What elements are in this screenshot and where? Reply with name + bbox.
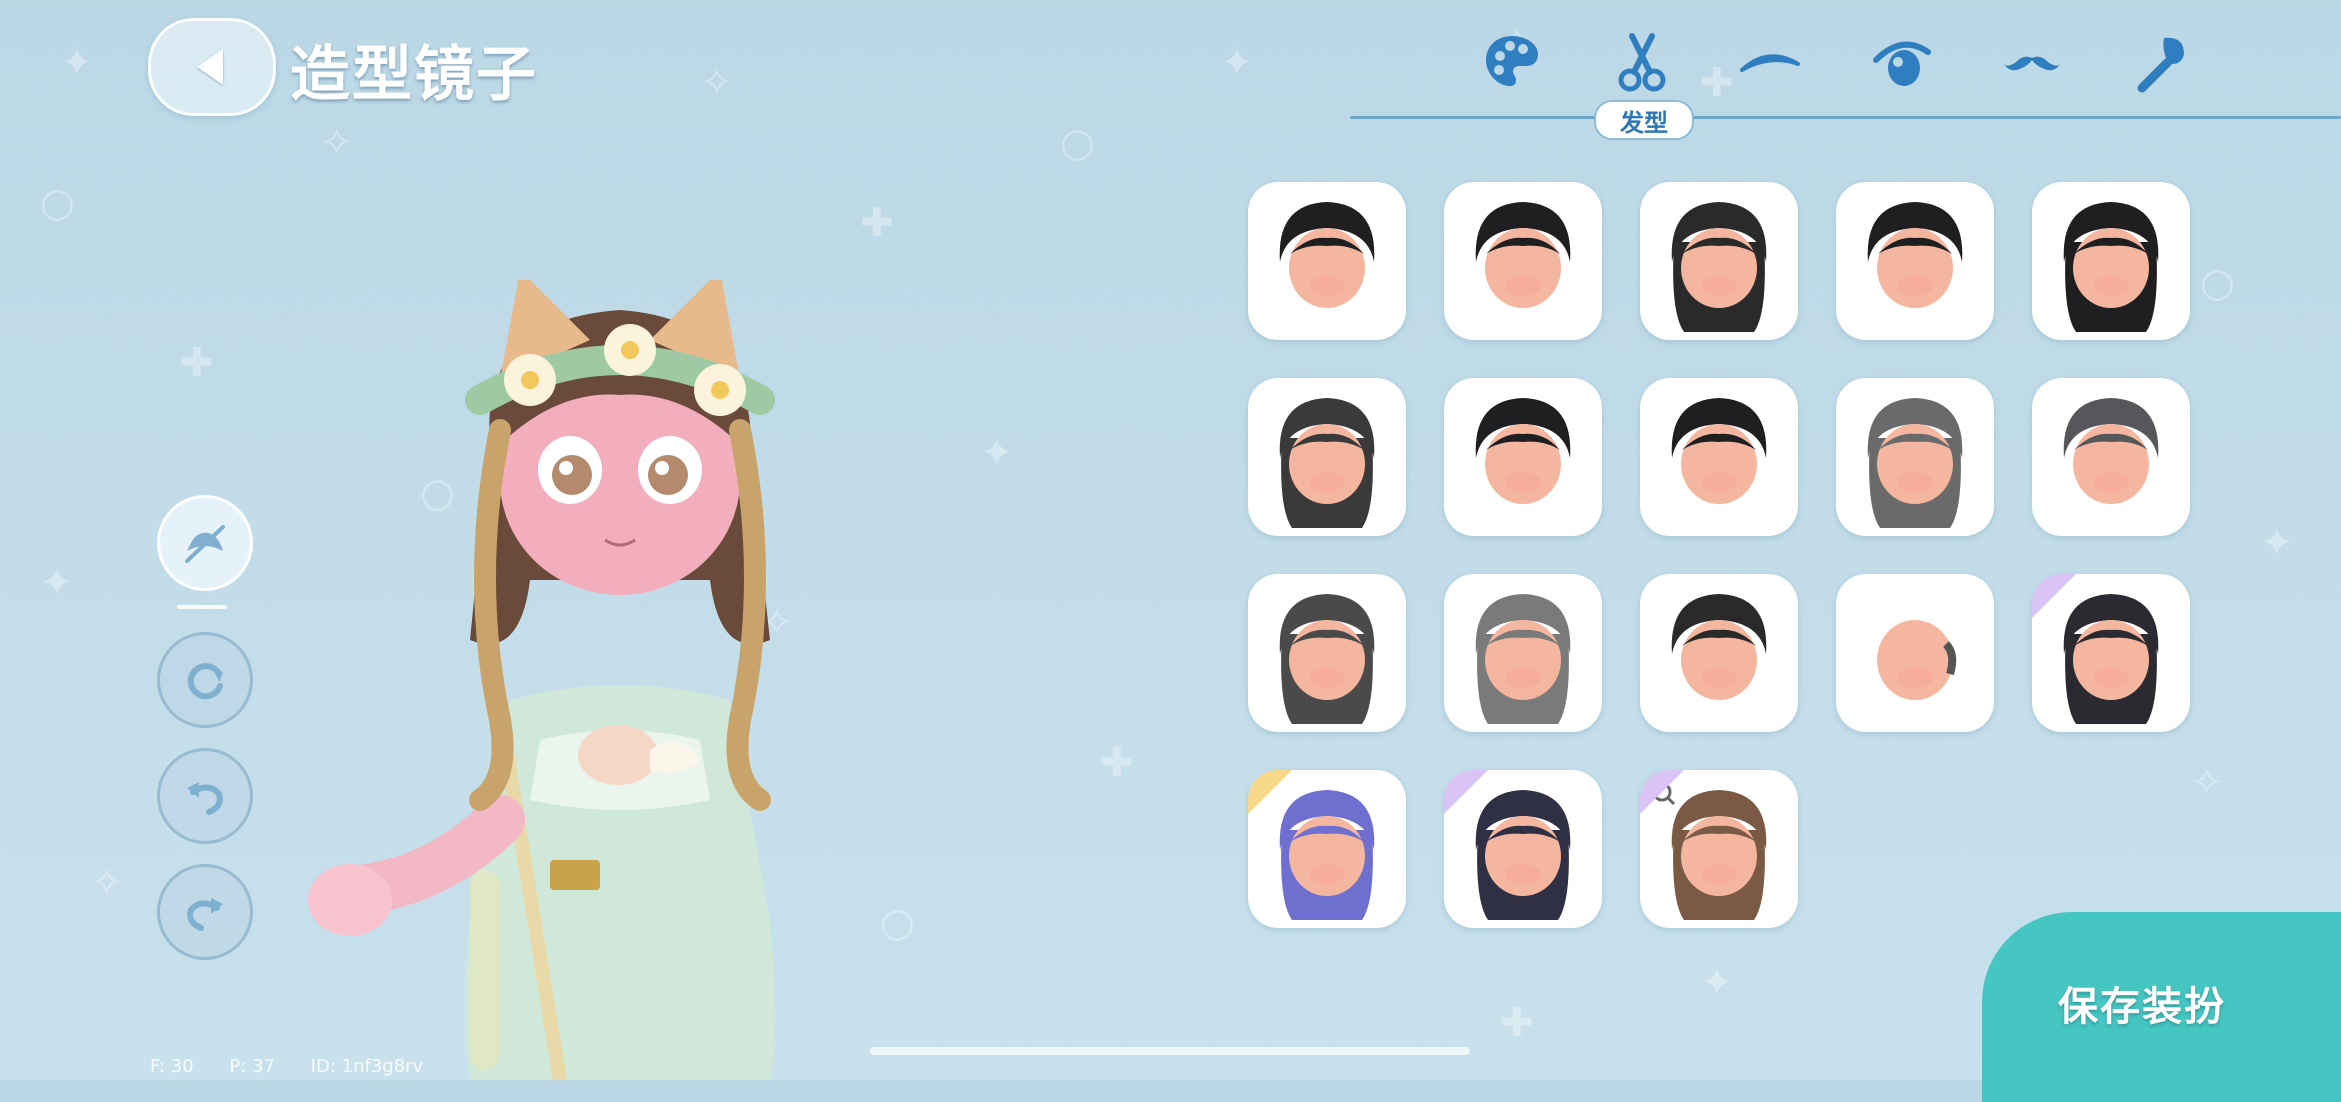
rotate-button[interactable]	[157, 632, 253, 728]
undo-icon	[187, 782, 223, 815]
tab-bar-underline	[1350, 116, 2341, 119]
tab-hairstyle[interactable]	[1602, 22, 1682, 102]
hair-option[interactable]	[1640, 182, 1798, 340]
hair-option[interactable]	[1836, 378, 1994, 536]
mustache-icon	[2004, 56, 2060, 71]
hair-option[interactable]	[2032, 378, 2190, 536]
eye-icon	[1873, 41, 1931, 86]
rotate-icon	[187, 663, 223, 700]
debug-info: F: 30 P: 37 ID: 1nf3g8rv	[150, 1056, 453, 1077]
debug-f: F: 30	[150, 1056, 194, 1077]
hair-option[interactable]	[1248, 574, 1406, 732]
hide-hat-icon	[185, 525, 225, 563]
page-title: 造型镜子	[290, 40, 538, 110]
character-avatar[interactable]	[300, 280, 940, 1080]
tab-eyebrow[interactable]	[1730, 22, 1810, 102]
hair-option[interactable]	[1836, 182, 1994, 340]
tool-divider	[177, 605, 227, 609]
hair-option[interactable]	[1640, 574, 1798, 732]
hair-preview-icon	[1867, 202, 1963, 308]
redo-button[interactable]	[157, 864, 253, 960]
tab-eye[interactable]	[1862, 22, 1942, 102]
hair-option[interactable]	[1444, 182, 1602, 340]
hide-hat-button[interactable]	[157, 495, 253, 591]
scissors-icon	[1618, 33, 1666, 92]
rarity-corner	[1444, 770, 1488, 814]
rarity-corner	[1640, 770, 1684, 814]
hair-preview-icon	[1877, 620, 1957, 700]
eyebrow-icon	[1740, 54, 1800, 72]
tab-makeup[interactable]	[2120, 22, 2200, 102]
makeup-brush-icon	[2137, 37, 2184, 93]
hair-preview-icon	[1671, 594, 1767, 700]
hair-option[interactable]	[1444, 378, 1602, 536]
hair-preview-icon	[1475, 202, 1571, 308]
hair-option[interactable]	[2032, 182, 2190, 340]
hair-option[interactable]	[1640, 378, 1798, 536]
hair-preview-icon	[1671, 398, 1767, 504]
hair-preview-icon	[1279, 202, 1375, 308]
hair-option[interactable]	[2032, 574, 2190, 732]
hair-preview-icon	[1279, 594, 1375, 724]
hair-option[interactable]	[1248, 182, 1406, 340]
hair-preview-icon	[1867, 398, 1963, 528]
tab-hairstyle-label: 发型	[1594, 100, 1694, 140]
hair-preview-icon	[1279, 398, 1375, 528]
chevron-left-icon	[197, 49, 223, 85]
redo-icon	[187, 898, 223, 931]
hair-preview-icon	[1475, 398, 1571, 504]
hair-preview-icon	[1475, 594, 1571, 724]
tab-mustache[interactable]	[1992, 22, 2072, 102]
back-button[interactable]	[148, 18, 276, 116]
tab-color[interactable]	[1472, 22, 1552, 102]
undo-button[interactable]	[157, 748, 253, 844]
hair-option[interactable]	[1444, 770, 1602, 928]
hair-option[interactable]	[1640, 770, 1798, 928]
save-outfit-label: 保存装扮	[2058, 984, 2226, 1030]
home-indicator	[870, 1047, 1470, 1055]
rarity-corner	[2032, 574, 2076, 618]
debug-id: ID: 1nf3g8rv	[310, 1056, 424, 1077]
rarity-corner	[1248, 770, 1292, 814]
hair-option[interactable]	[1444, 574, 1602, 732]
debug-p: P: 37	[229, 1056, 275, 1077]
hair-option[interactable]	[1248, 770, 1406, 928]
hair-preview-icon	[2063, 202, 2159, 332]
save-outfit-button[interactable]: 保存装扮	[1982, 912, 2341, 1102]
hair-preview-icon	[2063, 398, 2159, 504]
hair-preview-icon	[1671, 202, 1767, 332]
hair-option[interactable]	[1248, 378, 1406, 536]
palette-icon	[1486, 36, 1538, 86]
hair-option[interactable]	[1836, 574, 1994, 732]
